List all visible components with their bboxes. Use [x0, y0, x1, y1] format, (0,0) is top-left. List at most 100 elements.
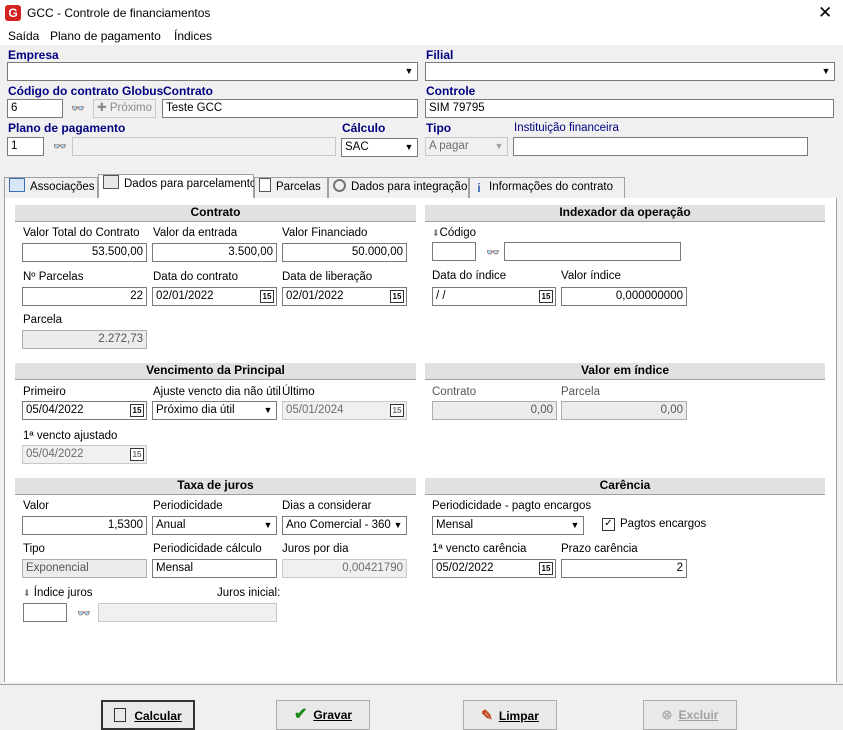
controle-input[interactable]: SIM 79795 — [425, 99, 834, 118]
binoculars-icon[interactable]: 👓 — [53, 140, 67, 153]
juros-valor-input[interactable]: 1,5300 — [22, 516, 147, 535]
plano-descricao-field — [72, 137, 336, 156]
plano-pagamento-label: Plano de pagamento — [8, 121, 126, 135]
menu-indices[interactable]: Índices — [174, 29, 212, 43]
dias-considerar-select[interactable]: Ano Comercial - 360 ▼ — [282, 516, 407, 535]
contrato-input[interactable]: Teste GCC — [162, 99, 418, 118]
valor-financiado-input[interactable]: 50.000,00 — [282, 243, 407, 262]
building-icon — [9, 178, 25, 192]
juros-valor-label: Valor — [23, 500, 49, 512]
data-indice-input[interactable]: / /15 — [432, 287, 556, 306]
ultimo-label: Último — [282, 386, 315, 398]
calcular-button[interactable]: Calcular — [101, 700, 195, 730]
ajuste-select[interactable]: Próximo dia útil ▼ — [152, 401, 277, 420]
pagtos-encargos-label: Pagtos encargos — [620, 518, 707, 530]
window-title: GCC - Controle de financiamentos — [27, 6, 211, 20]
instituicao-label: Instituição financeira — [514, 122, 619, 134]
codigo-contrato-input[interactable]: 6 — [7, 99, 63, 118]
periodicidade-label: Periodicidade — [153, 500, 223, 512]
binoculars-icon[interactable]: 👓 — [77, 607, 91, 620]
calculo-label: Cálculo — [342, 121, 386, 135]
document-icon — [259, 178, 271, 192]
calculator-icon — [103, 175, 119, 189]
pin-icon: ⬇ — [23, 588, 31, 598]
limpar-button[interactable]: ✎ Limpar — [463, 700, 557, 730]
indice-juros-input[interactable] — [23, 603, 67, 622]
excluir-button[interactable]: ⊗ Excluir — [643, 700, 737, 730]
gravar-button[interactable]: ✔ Gravar — [276, 700, 370, 730]
calendar-icon: 15 — [130, 448, 144, 461]
valor-indice-section-header: Valor em índice — [425, 362, 825, 380]
filial-select[interactable]: ▼ — [425, 62, 835, 81]
instituicao-input[interactable] — [513, 137, 808, 156]
calendar-icon[interactable]: 15 — [390, 290, 404, 303]
primeiro-label: Primeiro — [23, 386, 66, 398]
periodicidade-encargos-label: Periodicidade - pagto encargos — [432, 500, 592, 512]
vencto-carencia-input[interactable]: 05/02/2022 15 — [432, 559, 556, 578]
menu-saida[interactable]: Saída — [8, 29, 39, 43]
calculator-icon — [114, 708, 127, 722]
calendar-icon[interactable]: 15 — [539, 562, 553, 575]
calendar-icon[interactable]: 15 — [260, 290, 274, 303]
juros-por-dia-field: 0,00421790 — [282, 559, 407, 578]
binoculars-icon[interactable]: 👓 — [71, 102, 85, 115]
data-indice-label: Data do índice — [432, 270, 507, 282]
parcela-label: Parcela — [23, 314, 62, 326]
indice-juros-label: ⬇ Índice juros — [23, 587, 93, 599]
filial-label: Filial — [426, 48, 454, 62]
calendar-icon[interactable]: 15 — [130, 404, 144, 417]
nparcelas-input[interactable]: 22 — [22, 287, 147, 306]
contrato-section-header: Contrato — [15, 204, 416, 222]
tipo-select: A pagar ▼ — [425, 137, 508, 156]
valor-entrada-input[interactable]: 3.500,00 — [152, 243, 277, 262]
indexador-descricao-input[interactable] — [504, 242, 681, 261]
pagtos-encargos-checkbox[interactable]: ✓ — [602, 518, 615, 531]
calendar-icon[interactable]: 15 — [539, 290, 553, 303]
prazo-carencia-input[interactable]: 2 — [561, 559, 687, 578]
empresa-select[interactable]: ▼ — [7, 62, 418, 81]
vencimento-section-header: Vencimento da Principal — [15, 362, 416, 380]
codigo-indexador-input[interactable] — [432, 242, 476, 261]
menu-plano-pagamento[interactable]: Plano de pagamento — [50, 29, 161, 43]
tab-dados-integracao[interactable]: Dados para integração — [328, 177, 469, 198]
valor-entrada-label: Valor da entrada — [153, 227, 238, 239]
juros-por-dia-label: Juros por dia — [282, 543, 349, 555]
vencto-ajustado-label: 1ª vencto ajustado — [23, 430, 118, 442]
binoculars-icon[interactable]: 👓 — [486, 246, 500, 259]
tab-dados-parcelamento[interactable]: Dados para parcelamento — [98, 174, 256, 199]
proximo-button[interactable]: ✚ Próximo — [93, 99, 156, 118]
ultimo-vencto-field: 05/01/2024 15 — [282, 401, 407, 420]
codigo-indexador-label: ⬇Código — [432, 227, 476, 239]
valor-indice-contrato-label: Contrato — [432, 386, 477, 398]
plano-pagamento-input[interactable]: 1 — [7, 137, 44, 156]
chevron-down-icon: ▼ — [494, 141, 504, 151]
parcela-field: 2.272,73 — [22, 330, 147, 349]
chevron-down-icon: ▼ — [570, 520, 580, 530]
calculo-select[interactable]: SAC ▼ — [341, 138, 418, 157]
tipo-juros-field: Exponencial — [22, 559, 147, 578]
checkmark-icon: ✔ — [293, 706, 308, 723]
indexador-section-header: Indexador da operação — [425, 204, 825, 222]
periodicidade-encargos-select[interactable]: Mensal ▼ — [432, 516, 584, 535]
valor-indice-input[interactable]: 0,000000000 — [561, 287, 687, 306]
tab-parcelas[interactable]: Parcelas — [254, 177, 328, 198]
dias-considerar-label: Dias a considerar — [282, 500, 372, 512]
tab-associacoes[interactable]: Associações — [4, 177, 98, 198]
juros-inicial-label: Juros inicial: — [217, 587, 281, 599]
vencto-carencia-label: 1ª vencto carência — [432, 543, 527, 555]
empresa-label: Empresa — [8, 48, 59, 62]
chevron-down-icon: ▼ — [393, 520, 403, 530]
data-liberacao-input[interactable]: 02/01/2022 15 — [282, 287, 407, 306]
vencto-ajustado-field: 05/04/2022 15 — [22, 445, 147, 464]
tab-informacoes-contrato[interactable]: i Informações do contrato — [469, 177, 625, 198]
chevron-down-icon: ▼ — [263, 405, 273, 415]
data-contrato-input[interactable]: 02/01/2022 15 — [152, 287, 277, 306]
close-icon[interactable]: ✕ — [818, 3, 832, 23]
periodicidade-calculo-input[interactable]: Mensal — [152, 559, 277, 578]
chevron-down-icon: ▼ — [821, 66, 831, 76]
periodicidade-select[interactable]: Anual ▼ — [152, 516, 277, 535]
valor-total-input[interactable]: 53.500,00 — [22, 243, 147, 262]
primeiro-vencto-input[interactable]: 05/04/2022 15 — [22, 401, 147, 420]
app-logo-icon: G — [5, 5, 21, 21]
data-liberacao-label: Data de liberação — [282, 271, 373, 283]
